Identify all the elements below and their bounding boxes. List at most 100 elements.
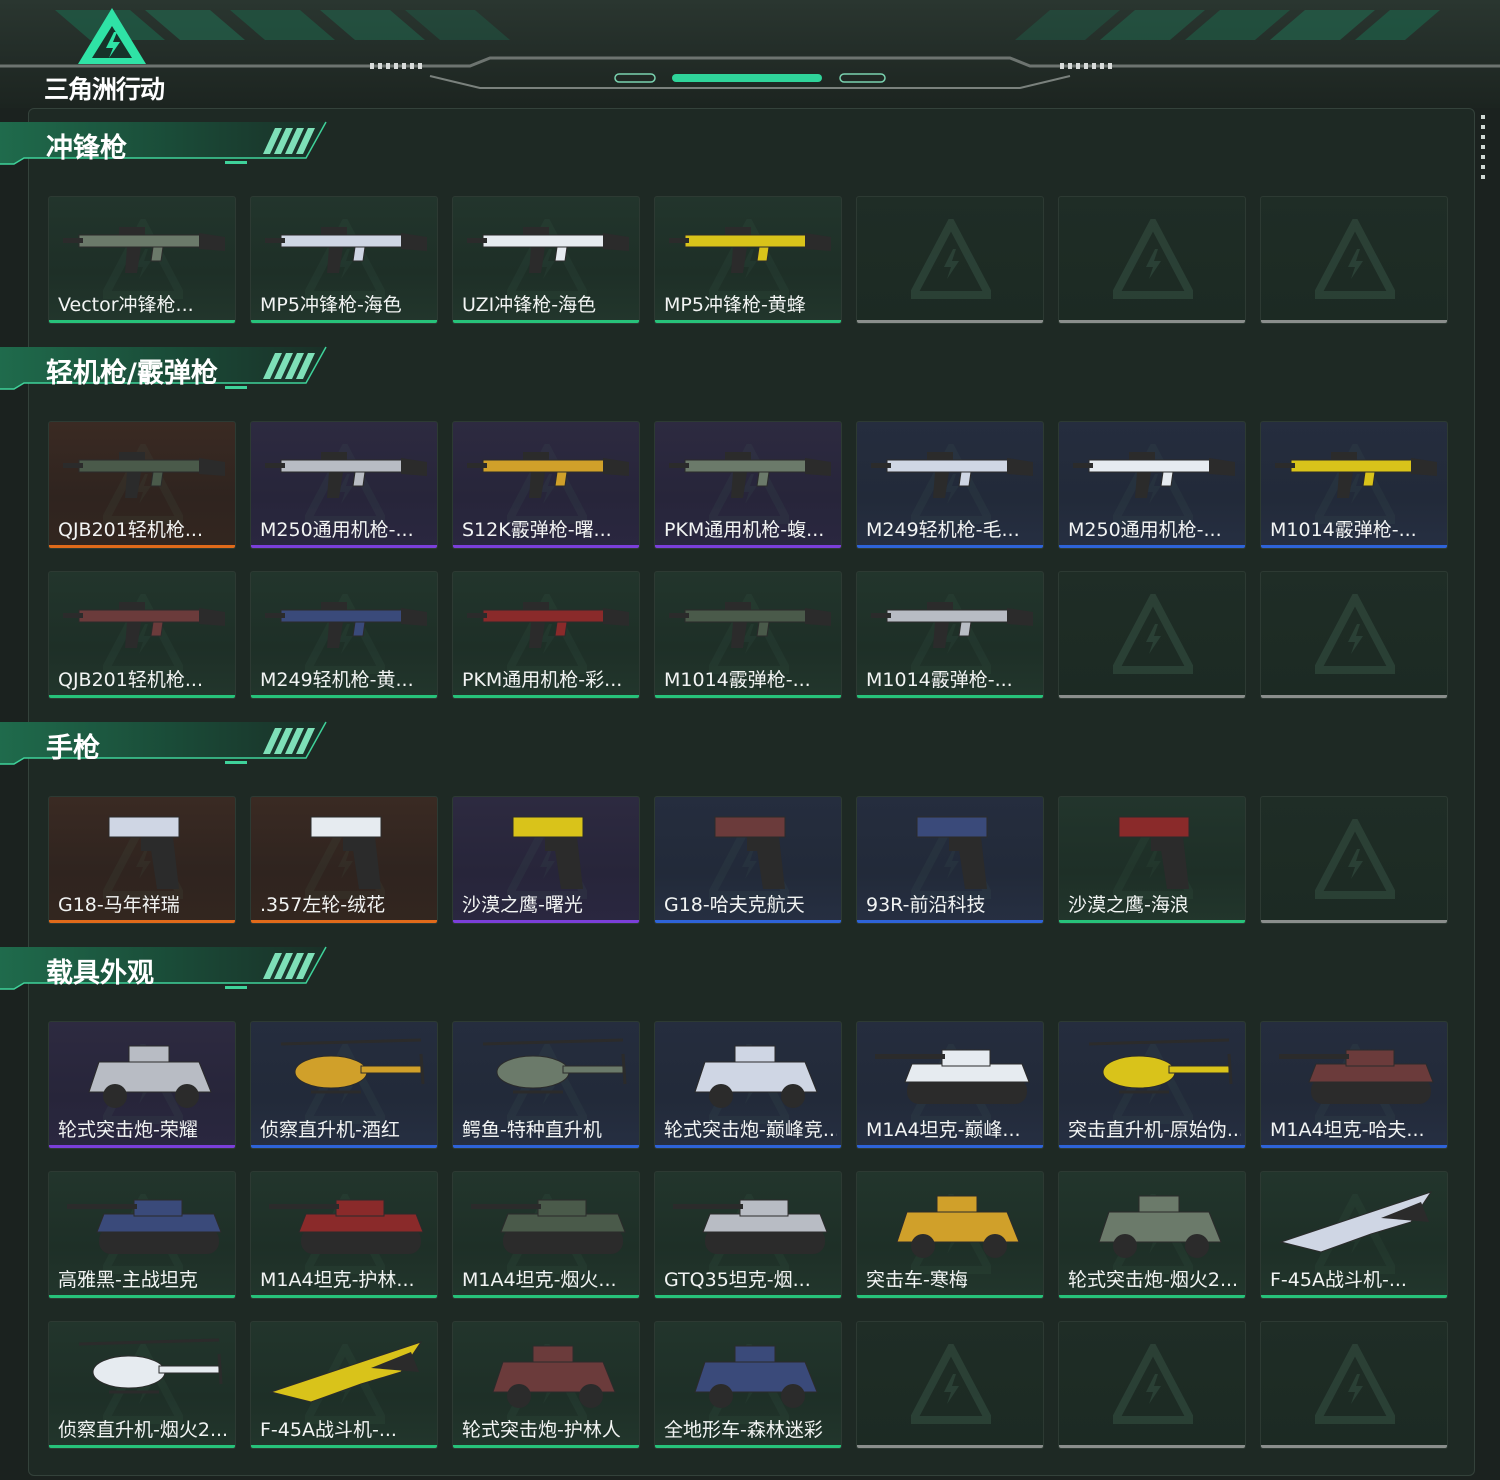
collection-item-card[interactable]: 全地形车-森林迷彩 (654, 1321, 842, 1449)
collection-item-card[interactable]: 鳄鱼-特种直升机 (452, 1021, 640, 1149)
collection-item-card[interactable]: S12K霰弹枪-曙... (452, 421, 640, 549)
collection-item-card[interactable]: 侦察直升机-酒红 (250, 1021, 438, 1149)
item-name: G18-哈夫克航天 (664, 894, 805, 916)
rarity-bar (655, 320, 841, 323)
item-name: M250通用机枪-... (1068, 519, 1222, 541)
logo-text: 三角洲行动 (44, 75, 165, 104)
collection-item-card[interactable]: M1014霰弹枪-... (654, 571, 842, 699)
rarity-bar (1261, 1445, 1447, 1448)
collection-item-card[interactable]: M1A4坦克-哈夫... (1260, 1021, 1448, 1149)
item-name: 轮式突击炮-荣耀 (58, 1119, 198, 1141)
item-name: 轮式突击炮-护林人 (462, 1419, 621, 1441)
collection-item-card[interactable]: MP5冲锋枪-海色 (250, 196, 438, 324)
rarity-bar (251, 320, 437, 323)
rarity-bar (251, 1295, 437, 1298)
delta-watermark-icon (1315, 819, 1395, 899)
collection-item-card[interactable]: M1014霰弹枪-... (1260, 421, 1448, 549)
rarity-bar (453, 695, 639, 698)
pistol-icon (108, 816, 180, 889)
tank-icon (673, 1199, 828, 1254)
collection-item-card[interactable]: F-45A战斗机-... (1260, 1171, 1448, 1299)
collection-item-card[interactable]: M1A4坦克-烟火... (452, 1171, 640, 1299)
collection-item-card[interactable]: 突击车-寒梅 (856, 1171, 1044, 1299)
delta-watermark-icon (1113, 219, 1193, 299)
item-name: 侦察直升机-酒红 (260, 1119, 400, 1141)
rarity-bar (49, 320, 235, 323)
collection-item-card[interactable]: Vector冲锋枪... (48, 196, 236, 324)
section-title: 轻机枪/霰弹枪 (46, 358, 218, 389)
collection-item-card[interactable]: .357左轮-绒花 (250, 796, 438, 924)
collection-item-card[interactable]: QJB201轻机枪... (48, 421, 236, 549)
rarity-bar (251, 1445, 437, 1448)
helicopter-icon (1088, 1038, 1233, 1094)
rarity-bar (49, 695, 235, 698)
item-name: 轮式突击炮-巅峰竞... (664, 1119, 837, 1141)
collection-item-card[interactable]: GTQ35坦克-烟... (654, 1171, 842, 1299)
armored-car-icon (896, 1195, 1020, 1258)
item-name: 93R-前沿科技 (866, 894, 986, 916)
collection-item-card[interactable]: 侦察直升机-烟火2... (48, 1321, 236, 1449)
item-name: GTQ35坦克-烟... (664, 1269, 811, 1291)
collection-item-card[interactable]: M250通用机枪-... (1058, 421, 1246, 549)
game-logo: 三角洲行动 (40, 0, 185, 105)
pistol-icon (714, 816, 786, 889)
scrollbar-indicator[interactable] (1481, 115, 1487, 185)
item-name: QJB201轻机枪... (58, 669, 203, 691)
collection-item-card[interactable]: M1014霰弹枪-... (856, 571, 1044, 699)
collection-item-card[interactable]: UZI冲锋枪-海色 (452, 196, 640, 324)
rarity-bar (1261, 545, 1447, 548)
lmg-icon (1073, 452, 1235, 498)
rarity-bar (1059, 1295, 1245, 1298)
item-name: PKM通用机枪-彩... (462, 669, 623, 691)
collection-item-card[interactable]: PKM通用机枪-彩... (452, 571, 640, 699)
collection-item-card[interactable]: M249轻机枪-毛... (856, 421, 1044, 549)
collection-item-card[interactable]: QJB201轻机枪... (48, 571, 236, 699)
helicopter-icon (280, 1038, 425, 1094)
delta-watermark-icon (1113, 1344, 1193, 1424)
collection-item-card[interactable]: 沙漠之鹰-海浪 (1058, 796, 1246, 924)
collection-item-card[interactable]: M250通用机枪-... (250, 421, 438, 549)
delta-watermark-icon (911, 219, 991, 299)
rarity-bar (49, 1295, 235, 1298)
collection-item-card[interactable]: 轮式突击炮-巅峰竞... (654, 1021, 842, 1149)
delta-logo-icon (78, 8, 146, 64)
rarity-bar (655, 1295, 841, 1298)
lmg-icon (265, 452, 427, 498)
collection-item-card[interactable]: MP5冲锋枪-黄蜂 (654, 196, 842, 324)
collection-item-card[interactable]: M249轻机枪-黄... (250, 571, 438, 699)
item-name: .357左轮-绒花 (260, 894, 386, 916)
rarity-bar (857, 1145, 1043, 1148)
helicopter-icon (482, 1038, 627, 1094)
section-title: 手枪 (46, 733, 100, 764)
collection-item-card[interactable]: F-45A战斗机-... (250, 1321, 438, 1449)
collection-item-card[interactable]: 轮式突击炮-荣耀 (48, 1021, 236, 1149)
collection-item-card[interactable]: G18-马年祥瑞 (48, 796, 236, 924)
item-name: 鳄鱼-特种直升机 (462, 1119, 602, 1141)
smg-uzi-icon (467, 227, 629, 273)
rarity-bar (655, 695, 841, 698)
shotgun-icon (871, 602, 1033, 648)
collection-item-card[interactable]: M1A4坦克-巅峰... (856, 1021, 1044, 1149)
rarity-bar (857, 1295, 1043, 1298)
collection-item-card[interactable]: G18-哈夫克航天 (654, 796, 842, 924)
collection-item-card[interactable]: 93R-前沿科技 (856, 796, 1044, 924)
collection-item-card[interactable]: PKM通用机枪-蝮... (654, 421, 842, 549)
rarity-bar (857, 320, 1043, 323)
armored-car-icon (492, 1345, 616, 1408)
collection-item-card[interactable]: 高雅黑-主战坦克 (48, 1171, 236, 1299)
section-header-smg: 冲锋枪 (0, 120, 330, 172)
collection-item-card[interactable]: 轮式突击炮-护林人 (452, 1321, 640, 1449)
item-name: M250通用机枪-... (260, 519, 414, 541)
pistol-icon (916, 816, 988, 889)
item-name: 高雅黑-主战坦克 (58, 1269, 198, 1291)
pistol-icon (512, 816, 584, 889)
collection-item-card[interactable]: 轮式突击炮-烟火2... (1058, 1171, 1246, 1299)
rarity-bar (1261, 920, 1447, 923)
collection-item-card[interactable]: 突击直升机-原始伪... (1058, 1021, 1246, 1149)
rarity-bar (49, 1445, 235, 1448)
collection-item-card[interactable]: 沙漠之鹰-曙光 (452, 796, 640, 924)
item-name: M1014霰弹枪-... (1270, 519, 1417, 541)
item-name: MP5冲锋枪-海色 (260, 294, 402, 316)
collection-item-card[interactable]: M1A4坦克-护林... (250, 1171, 438, 1299)
jet-icon (269, 1341, 423, 1403)
